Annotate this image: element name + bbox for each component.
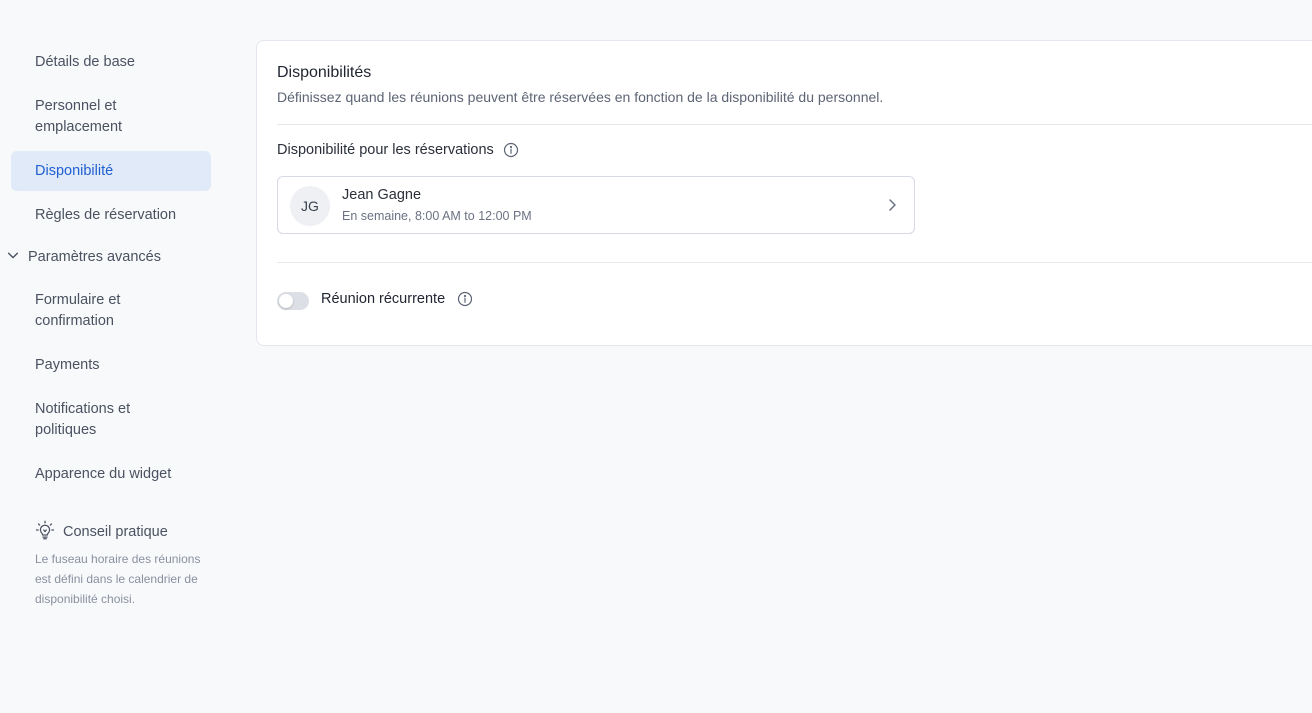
availability-label-text: Disponibilité pour les réservations [277, 142, 494, 158]
recurring-meeting-toggle[interactable] [277, 292, 309, 310]
recurring-meeting-label: Réunion récurrente [321, 291, 473, 307]
sidebar-item-payments[interactable]: Payments [11, 355, 211, 376]
sidebar-item-label: Règles de réservation [35, 207, 177, 223]
sidebar-item-staff-location[interactable]: Personnel et emplacement [11, 96, 211, 138]
avatar: JG [290, 186, 330, 226]
tip-heading: Conseil pratique [35, 520, 168, 544]
sidebar-item-label: Payments [35, 357, 100, 373]
sidebar-item-label: Disponibilité [35, 162, 114, 179]
sidebar-item-booking-rules[interactable]: Règles de réservation [11, 205, 211, 226]
sidebar-item-label: Formulaire et confirmation [35, 292, 121, 329]
toggle-knob [279, 294, 293, 308]
sidebar-item-form-confirmation[interactable]: Formulaire et confirmation [11, 290, 211, 332]
staff-availability-row[interactable]: JG Jean Gagne En semaine, 8:00 AM to 12:… [277, 176, 915, 234]
sidebar-item-label: Personnel et emplacement [35, 98, 123, 135]
sidebar: Détails de base Personnel et emplacement… [0, 0, 230, 713]
sidebar-group-label: Paramètres avancés [28, 249, 161, 265]
page-title: Disponibilités [277, 64, 372, 81]
availability-card: Disponibilités Définissez quand les réun… [256, 40, 1312, 346]
sidebar-item-label: Apparence du widget [35, 466, 172, 482]
sidebar-item-label: Détails de base [35, 54, 135, 70]
recurring-meeting-text: Réunion récurrente [321, 291, 446, 307]
sidebar-item-basic-details[interactable]: Détails de base [11, 52, 211, 73]
lightbulb-icon [35, 520, 55, 544]
divider [277, 262, 1312, 263]
availability-section-label: Disponibilité pour les réservations [277, 142, 519, 158]
chevron-down-icon [6, 248, 20, 266]
page-subtitle: Définissez quand les réunions peuvent êt… [277, 89, 884, 105]
staff-hours: En semaine, 8:00 AM to 12:00 PM [342, 209, 532, 223]
sidebar-item-widget-appearance[interactable]: Apparence du widget [11, 464, 211, 485]
tip-title: Conseil pratique [63, 524, 168, 540]
info-icon[interactable] [503, 142, 519, 158]
staff-name: Jean Gagne [342, 187, 422, 203]
info-icon[interactable] [457, 291, 473, 307]
sidebar-item-label: Notifications et politiques [35, 401, 131, 438]
chevron-right-icon [889, 199, 896, 211]
sidebar-item-notifications-policies[interactable]: Notifications et politiques [11, 399, 211, 441]
divider [277, 124, 1312, 125]
sidebar-item-availability[interactable]: Disponibilité [11, 151, 211, 191]
tip-text: Le fuseau horaire des réunions est défin… [35, 552, 201, 606]
sidebar-group-advanced-settings[interactable]: Paramètres avancés [6, 248, 161, 266]
